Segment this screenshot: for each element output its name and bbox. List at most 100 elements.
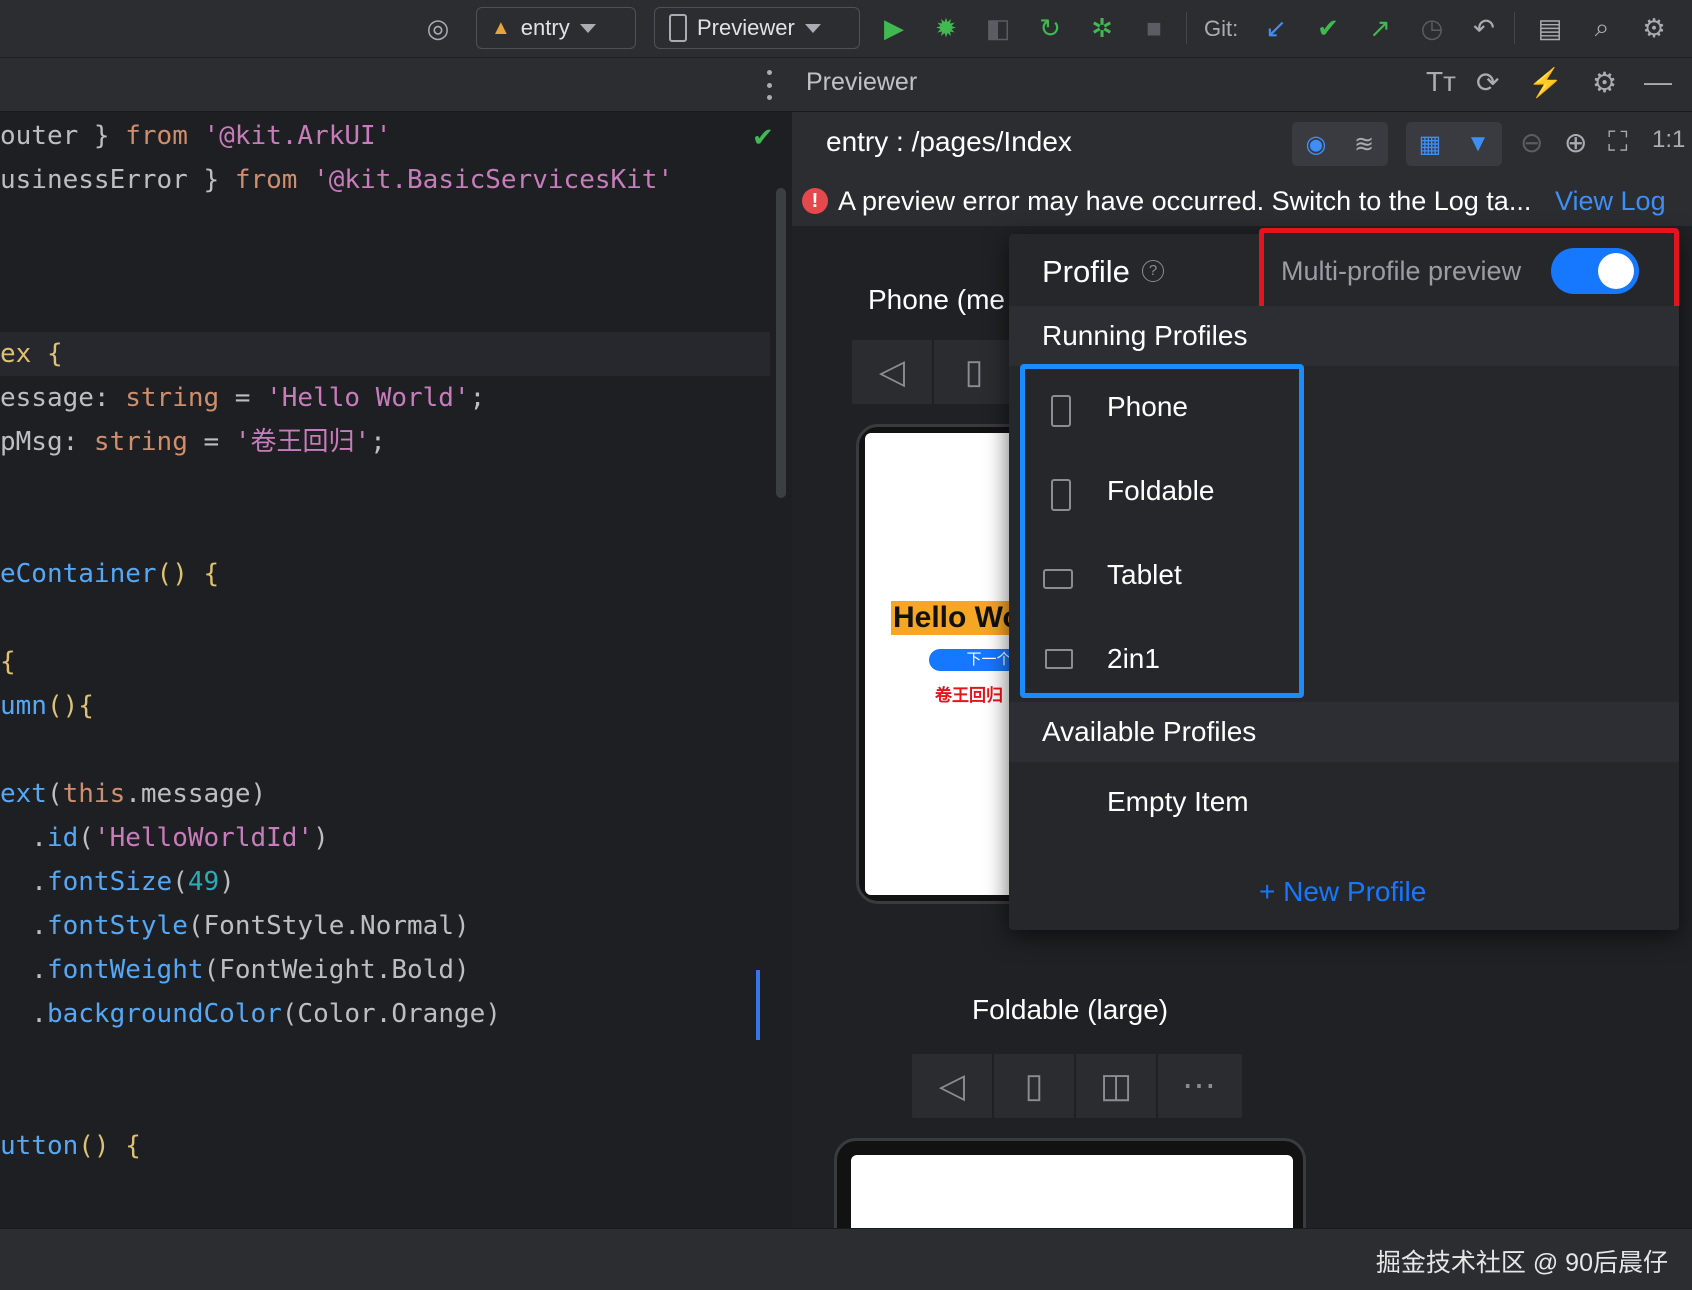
code-line: umn(){ <box>0 691 94 721</box>
route-bar: entry : /pages/Index ◉ ≋ ▦ ▼ ⊖ ⊕ ⛶ 1:1 <box>792 112 1692 174</box>
profile-menu-group: ▦ ▼ <box>1406 122 1502 166</box>
code-line: essage: string = 'Hello World'; <box>0 383 486 413</box>
editor-scrollbar[interactable] <box>776 188 786 498</box>
code-line: .backgroundColor(Color.Orange) <box>0 999 501 1029</box>
layers-icon[interactable]: ≋ <box>1340 130 1388 159</box>
tablet-icon <box>1043 569 1073 589</box>
device-label-phone: Phone (me <box>868 284 1005 315</box>
git-label: Git: <box>1204 16 1239 41</box>
profile-item-empty: Empty Item <box>1107 786 1249 817</box>
module-selector[interactable]: ▲ entry <box>476 7 636 49</box>
watermark-text: 掘金技术社区 @ 90后晨仔 <box>1375 1249 1668 1277</box>
fold-icon[interactable]: ◫ <box>1076 1054 1158 1118</box>
check-icon: ✔ <box>752 122 774 152</box>
editor-header <box>0 58 792 112</box>
settings-icon[interactable]: ⚙ <box>1636 10 1672 46</box>
back-icon[interactable]: ◁ <box>852 340 934 404</box>
toolbar-divider <box>1186 12 1187 44</box>
code-line: ex { <box>0 332 770 376</box>
git-update-icon[interactable]: ↙ <box>1258 10 1294 46</box>
profile-run-icon[interactable]: ◧ <box>980 10 1016 46</box>
foldable-screen[interactable] <box>851 1155 1293 1228</box>
inspector-toggle-group: ◉ ≋ <box>1292 122 1388 166</box>
running-profiles-list: Phone Foldable Tablet 2in1 <box>1020 364 1304 698</box>
view-log-link[interactable]: View Log <box>1555 186 1666 217</box>
profile-item-phone[interactable]: Phone <box>1025 369 1325 453</box>
chevron-down-icon <box>579 23 596 33</box>
help-icon[interactable]: ? <box>1142 260 1164 282</box>
profile-item-2in1[interactable]: 2in1 <box>1025 621 1325 705</box>
previewer-title: Previewer <box>806 68 918 96</box>
target-icon[interactable]: ◎ <box>420 10 456 46</box>
refresh-icon[interactable]: ⟳ <box>1476 66 1499 99</box>
running-profiles-header: Running Profiles <box>1009 306 1679 366</box>
code-line: utton() { <box>0 1131 141 1161</box>
profile-item-foldable[interactable]: Foldable <box>1025 453 1325 537</box>
minimize-icon[interactable]: — <box>1644 66 1672 98</box>
device-label-foldable: Foldable (large) <box>972 994 1169 1025</box>
more-options-icon[interactable] <box>766 70 772 100</box>
rotate-icon[interactable]: ▯ <box>934 340 1016 404</box>
code-line: .fontStyle(FontStyle.Normal) <box>0 911 470 941</box>
preview-error-bar: ! A preview error may have occurred. Swi… <box>792 174 1692 226</box>
module-selector-label: entry <box>520 15 570 40</box>
zoom-out-icon[interactable]: ⊖ <box>1520 126 1543 159</box>
stop-icon[interactable]: ■ <box>1136 10 1172 46</box>
foldable-frame <box>834 1138 1306 1228</box>
main-toolbar: ◎ ▲ entry Previewer ▶ ✹ ◧ ↻ ✲ ■ Git: ↙ ✔… <box>0 0 1692 58</box>
toggle-knob <box>1598 253 1634 289</box>
more-icon[interactable]: ⋯ <box>1158 1054 1240 1118</box>
plug-icon[interactable]: ⚡ <box>1528 66 1563 99</box>
attach-debugger-icon[interactable]: ✲ <box>1084 10 1120 46</box>
change-marker <box>756 970 760 1040</box>
rotate-icon[interactable]: ▯ <box>994 1054 1076 1118</box>
chevron-down-icon <box>804 23 821 33</box>
history-icon[interactable]: ◷ <box>1414 10 1450 46</box>
available-profiles-header: Available Profiles <box>1009 702 1679 762</box>
foldable-controls: ◁ ▯ ◫ ⋯ <box>912 1054 1242 1118</box>
code-line: outer } from '@kit.ArkUI' <box>0 121 392 151</box>
red-text: 卷王回归 <box>935 686 1003 705</box>
page-route: entry : /pages/Index <box>826 126 1072 157</box>
actual-size-icon[interactable]: 1:1 <box>1652 126 1685 154</box>
eye-icon[interactable]: ◉ <box>1292 130 1340 159</box>
code-line: .id('HelloWorldId') <box>0 823 329 853</box>
back-icon[interactable]: ◁ <box>912 1054 994 1118</box>
module-icon: ▲ <box>491 16 511 39</box>
font-size-icon[interactable]: Tт <box>1426 66 1456 98</box>
device-selector-label: Previewer <box>697 15 795 40</box>
chevron-down-icon[interactable]: ▼ <box>1454 130 1502 158</box>
grid-icon[interactable]: ▦ <box>1406 130 1454 159</box>
phone-icon <box>669 14 687 42</box>
error-message: A preview error may have occurred. Switc… <box>838 186 1532 216</box>
monitor-icon <box>1045 649 1073 669</box>
toolbar-divider <box>1514 12 1515 44</box>
code-line: ext(this.message) <box>0 779 267 809</box>
code-line: pMsg: string = '卷王回归'; <box>0 427 386 457</box>
code-line: .fontWeight(FontWeight.Bold) <box>0 955 470 985</box>
code-line: { <box>0 647 16 677</box>
code-line: usinessError } from '@kit.BasicServicesK… <box>0 165 674 195</box>
profile-popup: Profile ? Multi-profile preview Running … <box>1009 228 1679 930</box>
phone-controls: ◁ ▯ <box>852 340 1022 404</box>
run-icon[interactable]: ▶ <box>876 10 912 46</box>
code-line: .fontSize(49) <box>0 867 235 897</box>
rollback-icon[interactable]: ↶ <box>1466 10 1502 46</box>
hello-text: Hello Wo <box>891 601 1023 635</box>
fit-screen-icon[interactable]: ⛶ <box>1608 126 1628 159</box>
phone-icon <box>1051 395 1071 427</box>
previewer-header: Previewer Tт ⟳ ⚡ ⚙ — <box>792 58 1692 112</box>
multi-profile-toggle[interactable] <box>1551 248 1639 294</box>
search-icon[interactable]: ⌕ <box>1584 10 1620 46</box>
new-profile-button[interactable]: + New Profile <box>1259 876 1426 908</box>
debug-icon[interactable]: ✹ <box>928 10 964 46</box>
profile-item-tablet[interactable]: Tablet <box>1025 537 1325 621</box>
project-structure-icon[interactable]: ▤ <box>1532 10 1568 46</box>
code-editor[interactable]: ✔ outer } from '@kit.ArkUI' usinessError… <box>0 58 792 1228</box>
rerun-icon[interactable]: ↻ <box>1032 10 1068 46</box>
git-push-icon[interactable]: ↗ <box>1362 10 1398 46</box>
settings-icon[interactable]: ⚙ <box>1592 66 1617 99</box>
device-selector[interactable]: Previewer <box>654 7 860 49</box>
git-commit-icon[interactable]: ✔ <box>1310 10 1346 46</box>
zoom-in-icon[interactable]: ⊕ <box>1564 126 1587 159</box>
